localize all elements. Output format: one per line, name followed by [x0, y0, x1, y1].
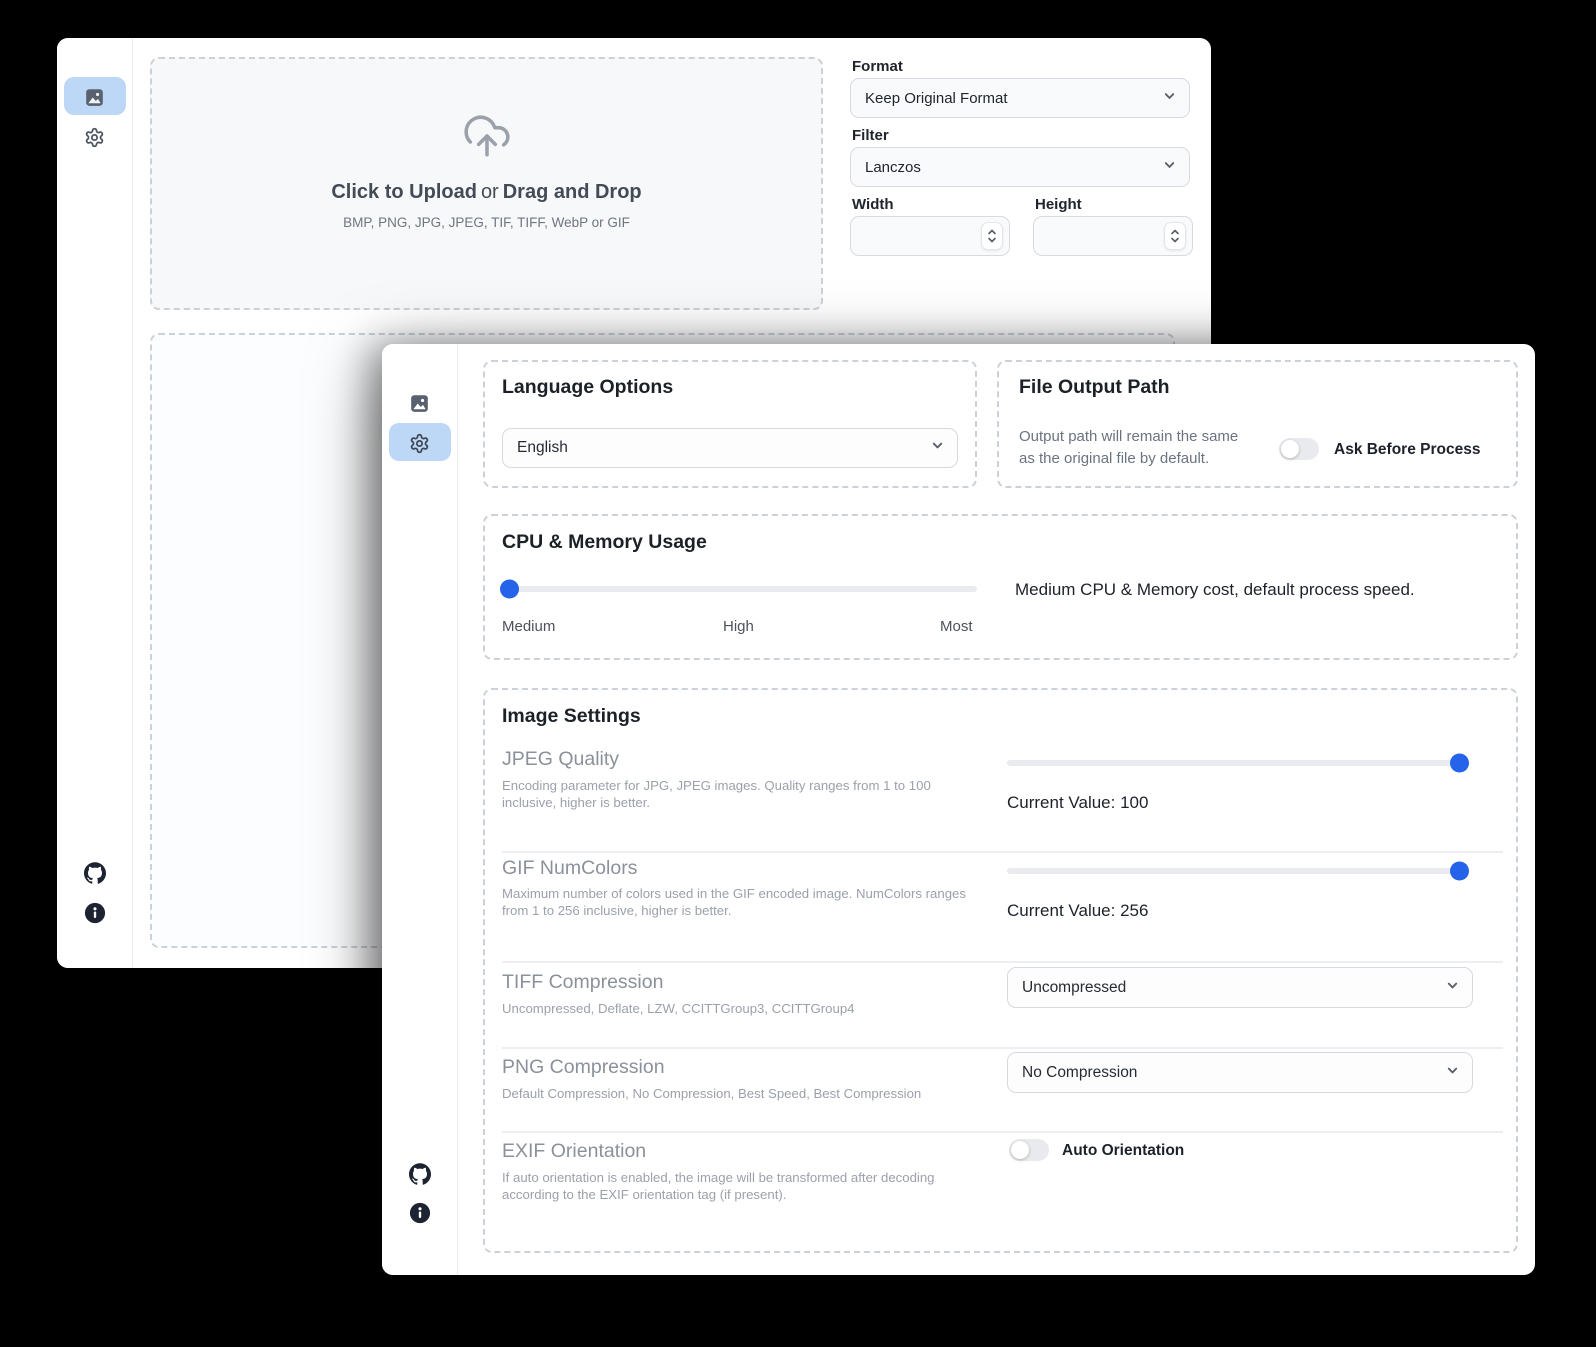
- upload-title: Click to UploadorDrag and Drop: [152, 181, 821, 204]
- png-compression-description: Default Compression, No Compression, Bes…: [502, 1086, 1002, 1103]
- cloud-upload-icon: [462, 111, 512, 166]
- chevron-down-icon: [1445, 978, 1460, 998]
- cpu-memory-section: CPU & Memory Usage Medium High Most Medi…: [483, 514, 1518, 660]
- image-settings-section: Image Settings JPEG Quality Encoding par…: [483, 688, 1518, 1253]
- upload-dropzone[interactable]: Click to UploadorDrag and Drop BMP, PNG,…: [150, 57, 823, 310]
- language-select-value: English: [517, 439, 568, 457]
- output-path-desc-line2: as the original file by default.: [1019, 450, 1209, 467]
- format-label: Format: [852, 58, 903, 75]
- width-stepper[interactable]: [981, 222, 1003, 250]
- row-divider: [502, 1047, 1503, 1049]
- png-compression-label: PNG Compression: [502, 1056, 665, 1079]
- height-label: Height: [1035, 196, 1082, 213]
- gif-numcolors-slider[interactable]: [1007, 868, 1467, 874]
- info-icon[interactable]: [84, 902, 106, 924]
- chevron-down-icon: [930, 438, 945, 458]
- exif-orientation-label: EXIF Orientation: [502, 1140, 646, 1163]
- language-options-title: Language Options: [502, 376, 673, 399]
- desktop-background: Click to UploadorDrag and Drop BMP, PNG,…: [0, 0, 1596, 1347]
- image-icon[interactable]: [84, 87, 105, 108]
- height-stepper[interactable]: [1164, 222, 1186, 250]
- github-icon[interactable]: [409, 1163, 431, 1185]
- format-select-value: Keep Original Format: [865, 90, 1008, 107]
- format-select[interactable]: Keep Original Format: [850, 78, 1190, 118]
- auto-orientation-toggle[interactable]: [1009, 1139, 1049, 1161]
- upload-title-sep: or: [481, 181, 499, 203]
- info-icon[interactable]: [409, 1202, 431, 1224]
- filter-select-value: Lanczos: [865, 159, 921, 176]
- ask-before-process-toggle[interactable]: [1279, 438, 1319, 460]
- ask-before-process-label: Ask Before Process: [1334, 441, 1480, 459]
- settings-gear-icon[interactable]: [84, 127, 105, 148]
- tiff-select-value: Uncompressed: [1022, 979, 1126, 997]
- gif-numcolors-description: Maximum number of colors used in the GIF…: [502, 886, 980, 919]
- output-path-description: Output path will remain the same as the …: [1019, 426, 1238, 470]
- image-settings-title: Image Settings: [502, 705, 641, 728]
- cpu-status-text: Medium CPU & Memory cost, default proces…: [1015, 580, 1415, 600]
- width-label: Width: [852, 196, 894, 213]
- upload-formats: BMP, PNG, JPG, JPEG, TIF, TIFF, WebP or …: [152, 215, 821, 230]
- cpu-tick-high: High: [723, 618, 754, 635]
- cpu-tick-most: Most: [940, 618, 973, 635]
- chevron-down-icon: [1162, 158, 1177, 177]
- language-options-section: Language Options English: [483, 360, 977, 488]
- row-divider: [502, 851, 1503, 853]
- tiff-compression-label: TIFF Compression: [502, 971, 663, 994]
- chevron-down-icon: [1445, 1063, 1460, 1083]
- exif-orientation-description: If auto orientation is enabled, the imag…: [502, 1170, 984, 1203]
- gif-numcolors-label: GIF NumColors: [502, 857, 637, 880]
- sidebar: [57, 38, 133, 968]
- upload-title-bold2: Drag and Drop: [503, 181, 642, 203]
- auto-orientation-label: Auto Orientation: [1062, 1142, 1184, 1160]
- jpeg-quality-label: JPEG Quality: [502, 748, 619, 771]
- jpeg-quality-description: Encoding parameter for JPG, JPEG images.…: [502, 778, 964, 811]
- chevron-down-icon: [1162, 89, 1177, 108]
- width-input[interactable]: [850, 216, 1010, 256]
- output-path-desc-line1: Output path will remain the same: [1019, 428, 1238, 445]
- image-icon[interactable]: [409, 393, 430, 414]
- file-output-path-section: File Output Path Output path will remain…: [997, 360, 1518, 488]
- height-input[interactable]: [1033, 216, 1193, 256]
- settings-window: Language Options English File Output Pat…: [382, 344, 1535, 1275]
- row-divider: [502, 961, 1503, 963]
- cpu-slider-thumb[interactable]: [500, 580, 519, 599]
- jpeg-slider-thumb[interactable]: [1450, 754, 1469, 773]
- filter-select[interactable]: Lanczos: [850, 147, 1190, 187]
- cpu-memory-title: CPU & Memory Usage: [502, 531, 707, 554]
- filter-label: Filter: [852, 127, 889, 144]
- gif-current-value: Current Value: 256: [1007, 901, 1148, 921]
- jpeg-current-value: Current Value: 100: [1007, 793, 1148, 813]
- github-icon[interactable]: [84, 862, 106, 884]
- cpu-tick-medium: Medium: [502, 618, 555, 635]
- png-select-value: No Compression: [1022, 1064, 1137, 1082]
- cpu-memory-slider[interactable]: [502, 586, 977, 592]
- png-compression-select[interactable]: No Compression: [1007, 1052, 1473, 1093]
- gif-slider-thumb[interactable]: [1450, 862, 1469, 881]
- row-divider: [502, 1131, 1503, 1133]
- upload-title-bold1: Click to Upload: [331, 181, 477, 203]
- language-select[interactable]: English: [502, 428, 958, 468]
- sidebar: [382, 344, 458, 1275]
- settings-gear-icon[interactable]: [409, 433, 430, 454]
- file-output-path-title: File Output Path: [1019, 376, 1170, 399]
- tiff-compression-select[interactable]: Uncompressed: [1007, 967, 1473, 1008]
- jpeg-quality-slider[interactable]: [1007, 760, 1467, 766]
- tiff-compression-description: Uncompressed, Deflate, LZW, CCITTGroup3,…: [502, 1001, 1002, 1018]
